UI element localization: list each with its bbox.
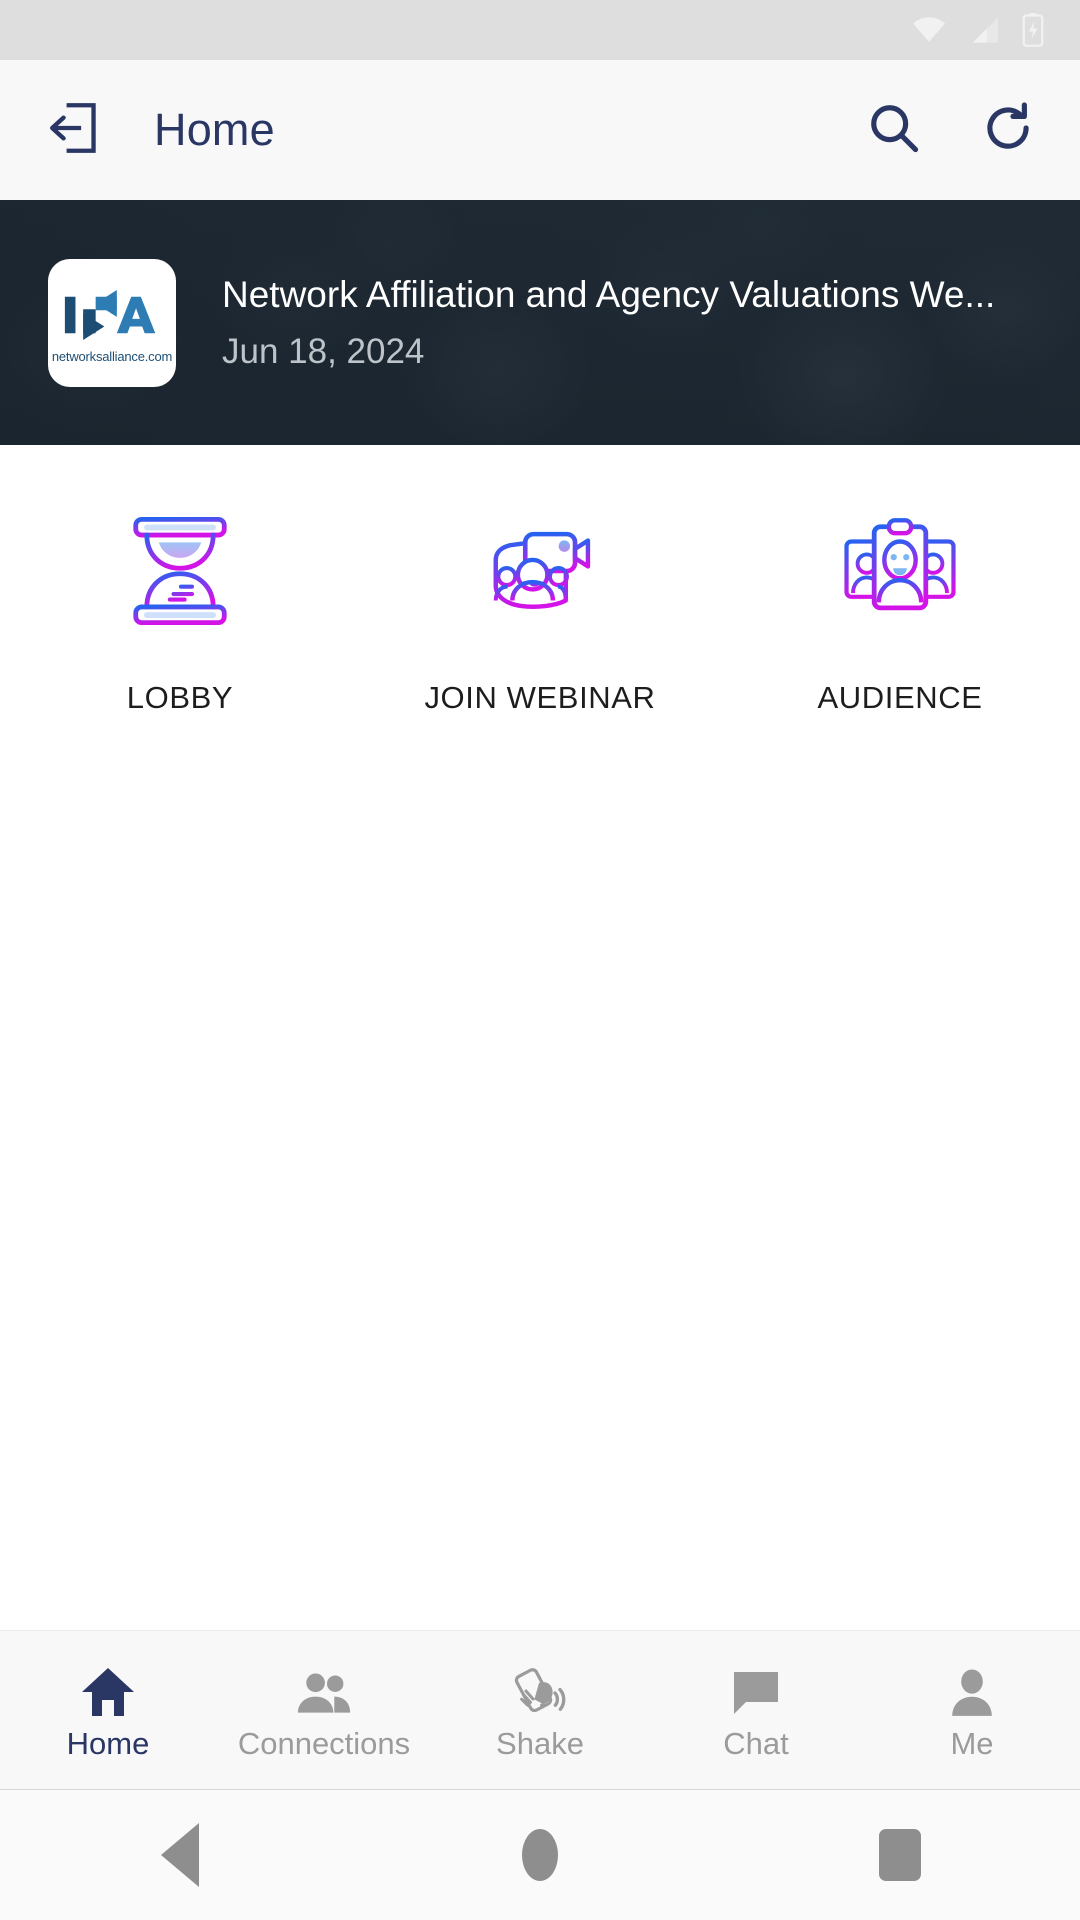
banner-text-block: Network Affiliation and Agency Valuation… bbox=[222, 274, 1032, 371]
nav-label: Chat bbox=[723, 1725, 789, 1761]
action-grid: LOBBY JOIN WEBINAR AUDIENCE bbox=[0, 445, 1080, 716]
exit-logout-button[interactable] bbox=[40, 93, 114, 167]
nav-item-connections[interactable]: Connections bbox=[216, 1662, 432, 1759]
action-label: AUDIENCE bbox=[817, 680, 983, 715]
android-system-nav bbox=[0, 1790, 1080, 1920]
event-logo: networksalliance.com bbox=[48, 258, 176, 387]
nav-item-home[interactable]: Home bbox=[0, 1662, 216, 1759]
event-title: Network Affiliation and Agency Valuation… bbox=[222, 273, 996, 315]
exit-logout-icon bbox=[46, 97, 108, 164]
nav-label: Me bbox=[950, 1725, 994, 1761]
event-banner[interactable]: networksalliance.com Network Affiliation… bbox=[0, 200, 1080, 445]
app-bar-left: Home bbox=[40, 93, 275, 167]
bottom-nav: Home Connections Shake Chat Me bbox=[0, 1630, 1080, 1790]
wifi-full-icon bbox=[912, 16, 946, 44]
nav-label: Connections bbox=[237, 1725, 411, 1761]
home-icon bbox=[80, 1662, 136, 1718]
ina-logo-mark bbox=[64, 289, 156, 340]
nav-item-me[interactable]: Me bbox=[864, 1662, 1080, 1759]
page-title: Home bbox=[154, 104, 275, 155]
android-home-button[interactable] bbox=[360, 1829, 720, 1881]
search-icon bbox=[866, 100, 922, 161]
action-label: JOIN WEBINAR bbox=[424, 680, 656, 715]
hourglass-icon bbox=[119, 510, 241, 632]
chat-bubble-icon bbox=[730, 1662, 782, 1718]
action-join-webinar[interactable]: JOIN WEBINAR bbox=[360, 510, 720, 716]
battery-charging-icon bbox=[1022, 13, 1044, 47]
action-label: LOBBY bbox=[126, 680, 234, 715]
nav-item-chat[interactable]: Chat bbox=[648, 1662, 864, 1759]
search-button[interactable] bbox=[862, 98, 926, 162]
main-content: LOBBY JOIN WEBINAR AUDIENCE bbox=[0, 445, 1080, 1630]
status-bar bbox=[0, 0, 1080, 60]
android-back-button[interactable] bbox=[0, 1823, 360, 1887]
refresh-icon bbox=[980, 100, 1036, 161]
android-recents-button[interactable] bbox=[720, 1829, 1080, 1881]
event-date: Jun 18, 2024 bbox=[222, 331, 425, 371]
android-home-icon bbox=[522, 1829, 558, 1881]
app-bar: Home bbox=[0, 60, 1080, 200]
nav-label: Shake bbox=[496, 1725, 584, 1761]
action-audience[interactable]: AUDIENCE bbox=[720, 510, 1080, 716]
nav-item-shake[interactable]: Shake bbox=[432, 1662, 648, 1759]
video-camera-people-icon bbox=[479, 510, 601, 632]
app-screen: Home networksalliance.com Network Affili… bbox=[0, 0, 1080, 1920]
action-lobby[interactable]: LOBBY bbox=[0, 510, 360, 716]
android-back-icon bbox=[161, 1823, 199, 1887]
nav-label: Home bbox=[66, 1725, 150, 1761]
android-recents-icon bbox=[879, 1829, 921, 1881]
logo-domain-text: networksalliance.com bbox=[51, 348, 173, 364]
person-icon bbox=[947, 1662, 997, 1718]
audience-badges-icon bbox=[839, 510, 961, 632]
people-icon bbox=[296, 1662, 352, 1718]
app-bar-actions bbox=[862, 98, 1040, 162]
cellular-signal-icon bbox=[968, 16, 1000, 44]
banner-content: networksalliance.com Network Affiliation… bbox=[0, 200, 1080, 445]
refresh-button[interactable] bbox=[976, 98, 1040, 162]
shake-phone-icon bbox=[512, 1662, 568, 1718]
